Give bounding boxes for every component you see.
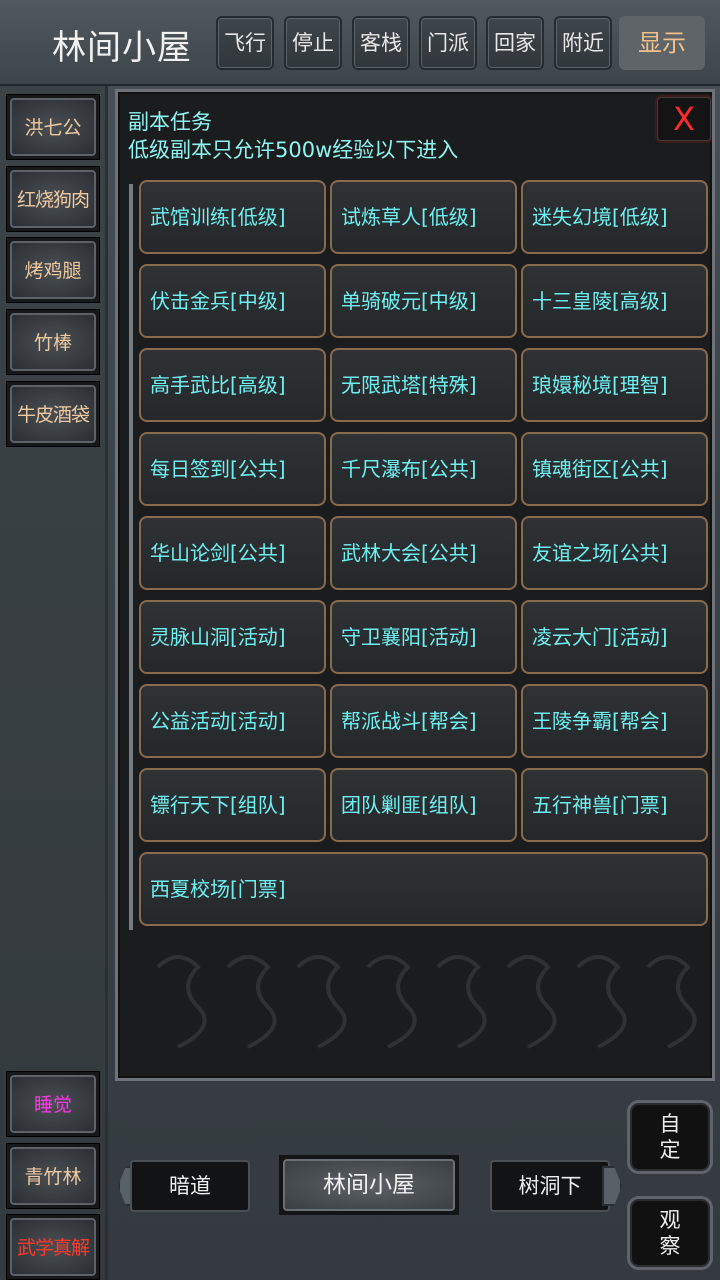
- current-location-button[interactable]: 林间小屋: [279, 1155, 459, 1215]
- sidebar-item-green-bamboo[interactable]: 青竹林: [6, 1143, 100, 1209]
- task-button[interactable]: 十三皇陵[高级]: [521, 264, 708, 338]
- sidebar-item-item[interactable]: 红烧狗肉: [6, 166, 100, 232]
- sidebar-item-npc[interactable]: 洪七公: [6, 94, 100, 160]
- scrollbar[interactable]: [129, 184, 133, 930]
- task-button[interactable]: 单骑破元[中级]: [330, 264, 517, 338]
- task-button[interactable]: 武馆训练[低级]: [139, 180, 326, 254]
- task-button[interactable]: 团队剿匪[组队]: [330, 768, 517, 842]
- arrow-right-icon: [602, 1166, 622, 1206]
- task-button[interactable]: 无限武塔[特殊]: [330, 348, 517, 422]
- task-button[interactable]: 镇魂街区[公共]: [521, 432, 708, 506]
- task-button[interactable]: 凌云大门[活动]: [521, 600, 708, 674]
- task-button[interactable]: 友谊之场[公共]: [521, 516, 708, 590]
- top-bar: 林间小屋 飞行 停止 客栈 门派 回家 附近 显示: [0, 0, 720, 86]
- location-title: 林间小屋: [52, 28, 192, 68]
- task-button[interactable]: 华山论剑[公共]: [139, 516, 326, 590]
- task-button[interactable]: 武林大会[公共]: [330, 516, 517, 590]
- task-button[interactable]: 五行神兽[门票]: [521, 768, 708, 842]
- observe-button[interactable]: 观察: [627, 1196, 713, 1270]
- inn-button[interactable]: 客栈: [352, 16, 410, 70]
- sleep-button[interactable]: 睡觉: [6, 1071, 100, 1137]
- sidebar-item-martial-manual[interactable]: 武学真解: [6, 1214, 100, 1280]
- dungeon-task-panel: 副本任务 低级副本只允许500w经验以下进入 X 武馆训练[低级] 试炼草人[低…: [115, 89, 715, 1081]
- task-button[interactable]: 高手武比[高级]: [139, 348, 326, 422]
- panel-title: 副本任务: [128, 110, 212, 134]
- task-button[interactable]: 王陵争霸[帮会]: [521, 684, 708, 758]
- task-button[interactable]: 公益活动[活动]: [139, 684, 326, 758]
- sidebar-item-item[interactable]: 牛皮酒袋: [6, 381, 100, 447]
- exit-east-button[interactable]: 树洞下: [478, 1160, 622, 1212]
- exit-west-button[interactable]: 暗道: [118, 1160, 262, 1212]
- panel-background-pattern: [156, 955, 697, 1049]
- nearby-button[interactable]: 附近: [554, 16, 612, 70]
- fly-button[interactable]: 飞行: [216, 16, 274, 70]
- task-button[interactable]: 灵脉山洞[活动]: [139, 600, 326, 674]
- home-button[interactable]: 回家: [486, 16, 544, 70]
- stop-button[interactable]: 停止: [284, 16, 342, 70]
- task-button[interactable]: 伏击金兵[中级]: [139, 264, 326, 338]
- task-button[interactable]: 千尺瀑布[公共]: [330, 432, 517, 506]
- task-button[interactable]: 每日签到[公共]: [139, 432, 326, 506]
- show-button[interactable]: 显示: [619, 16, 705, 70]
- panel-subtitle: 低级副本只允许500w经验以下进入: [128, 138, 459, 162]
- sidebar-item-item[interactable]: 烤鸡腿: [6, 237, 100, 303]
- custom-button[interactable]: 自定: [627, 1100, 713, 1174]
- task-button[interactable]: 帮派战斗[帮会]: [330, 684, 517, 758]
- task-button[interactable]: 镖行天下[组队]: [139, 768, 326, 842]
- task-button[interactable]: 西夏校场[门票]: [139, 852, 708, 926]
- sect-button[interactable]: 门派: [419, 16, 477, 70]
- task-button[interactable]: 试炼草人[低级]: [330, 180, 517, 254]
- task-button[interactable]: 琅嬛秘境[理智]: [521, 348, 708, 422]
- task-button[interactable]: 迷失幻境[低级]: [521, 180, 708, 254]
- sidebar-item-item[interactable]: 竹棒: [6, 309, 100, 375]
- close-button[interactable]: X: [655, 95, 712, 143]
- task-button[interactable]: 守卫襄阳[活动]: [330, 600, 517, 674]
